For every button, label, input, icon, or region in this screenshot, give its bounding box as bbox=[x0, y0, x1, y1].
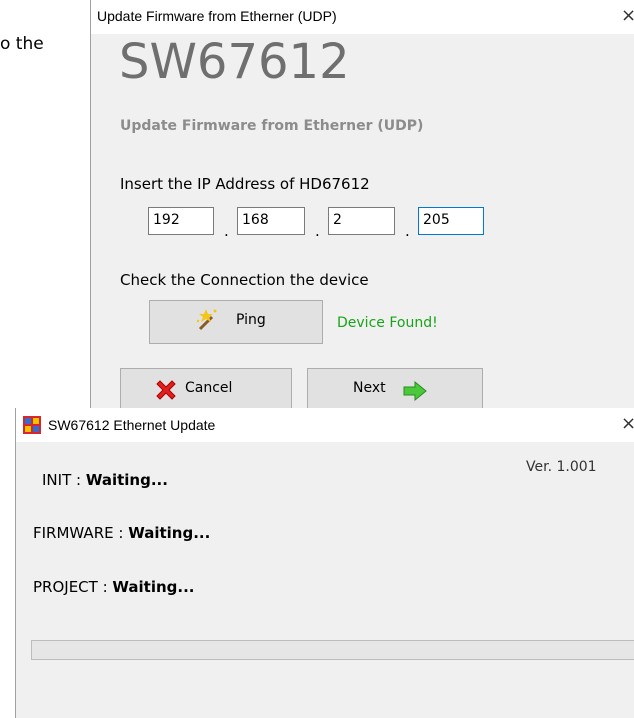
next-button[interactable]: Next bbox=[307, 368, 483, 412]
version-label: Ver. 1.001 bbox=[526, 459, 597, 475]
ip-octet-2-input[interactable]: 168 bbox=[237, 207, 305, 235]
check-connection-label: Check the Connection the device bbox=[120, 271, 369, 289]
update-progress-bar bbox=[31, 640, 634, 660]
ethernet-update-dialog: SW67612 Ethernet Update × bbox=[15, 408, 634, 718]
red-x-icon bbox=[156, 380, 176, 400]
cancel-button[interactable]: Cancel bbox=[120, 368, 292, 412]
magic-wand-icon bbox=[196, 309, 217, 331]
close-icon[interactable]: × bbox=[621, 5, 634, 26]
firmware-value: Waiting... bbox=[128, 524, 211, 542]
project-value: Waiting... bbox=[112, 578, 195, 596]
init-value: Waiting... bbox=[85, 471, 168, 489]
next-button-label: Next bbox=[353, 380, 386, 396]
ip-octet-3-input[interactable]: 2 bbox=[328, 207, 395, 235]
ping-button-label: Ping bbox=[236, 312, 266, 328]
init-label: INIT : bbox=[42, 471, 86, 489]
update-firmware-dialog: Update Firmware from Etherner (UDP) × SW… bbox=[90, 0, 634, 420]
ip-separator: . bbox=[315, 222, 320, 240]
ip-separator: . bbox=[405, 222, 410, 240]
dialog-title: Update Firmware from Etherner (UDP) bbox=[97, 8, 337, 24]
background-text: o the bbox=[0, 34, 44, 54]
ip-separator: . bbox=[224, 222, 229, 240]
ip-octet-1-input[interactable]: 192 bbox=[148, 207, 214, 235]
ping-button[interactable]: Ping bbox=[149, 300, 323, 344]
dialog-titlebar: SW67612 Ethernet Update × bbox=[16, 408, 634, 442]
green-arrow-right-icon bbox=[403, 381, 427, 401]
product-title: SW67612 bbox=[119, 34, 350, 90]
project-status: PROJECT : Waiting... bbox=[33, 578, 195, 596]
close-icon[interactable]: × bbox=[621, 413, 634, 434]
product-subtitle: Update Firmware from Etherner (UDP) bbox=[120, 118, 424, 134]
ip-octet-4-input[interactable]: 205 bbox=[418, 207, 484, 235]
dialog-titlebar: Update Firmware from Etherner (UDP) × bbox=[91, 0, 634, 34]
app-icon bbox=[23, 416, 41, 434]
device-status-text: Device Found! bbox=[337, 315, 438, 331]
firmware-label: FIRMWARE : bbox=[33, 524, 129, 542]
firmware-status: FIRMWARE : Waiting... bbox=[33, 524, 210, 542]
cancel-button-label: Cancel bbox=[185, 380, 233, 396]
init-status: INIT : Waiting... bbox=[42, 471, 168, 489]
dialog-title: SW67612 Ethernet Update bbox=[48, 417, 216, 433]
ip-prompt-label: Insert the IP Address of HD67612 bbox=[120, 175, 370, 193]
project-label: PROJECT : bbox=[33, 578, 113, 596]
